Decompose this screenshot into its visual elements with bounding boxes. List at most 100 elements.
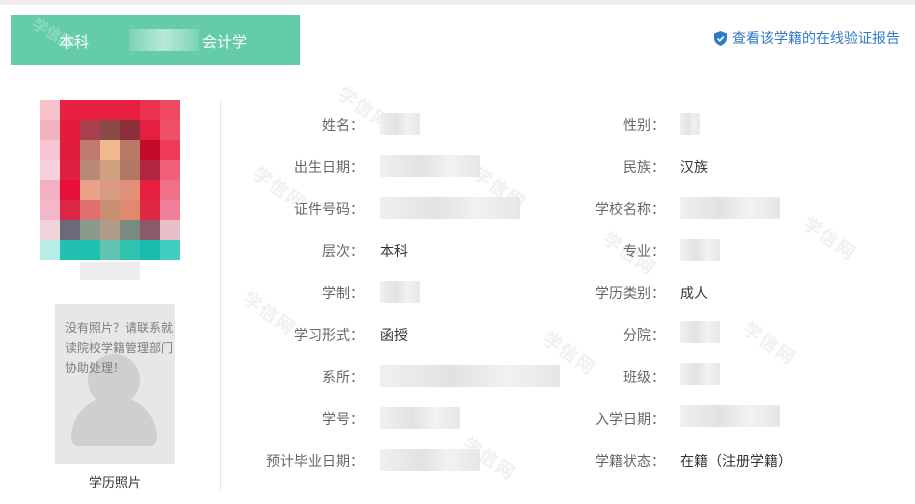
photo-pixel (120, 220, 140, 240)
verify-report-link[interactable]: 查看该学籍的在线验证报告 (714, 28, 900, 48)
field-label: 系所： (322, 370, 364, 386)
photo-pixel (40, 220, 60, 240)
vertical-divider (220, 100, 221, 490)
masked-value (680, 405, 780, 427)
field-label: 入学日期： (595, 412, 665, 428)
photo-pixel (40, 120, 60, 140)
photo-pixel (100, 220, 120, 240)
photo-pixel (160, 100, 180, 120)
photo-pixel (160, 200, 180, 220)
photo-pixel (100, 240, 120, 260)
photo-pixel (40, 180, 60, 200)
field-value: 在籍（注册学籍） (680, 454, 792, 470)
photo-pixel (140, 120, 160, 140)
field-label: 姓名： (322, 118, 364, 134)
photo-pixel (80, 240, 100, 260)
photo-pixel (100, 200, 120, 220)
watermark: 学信网 (738, 318, 800, 371)
masked-value (380, 155, 480, 177)
field-label: 民族： (623, 160, 665, 176)
photo-pixel (120, 200, 140, 220)
tab-school-masked (129, 29, 199, 51)
field-label: 层次： (322, 244, 364, 260)
field-label: 证件号码： (294, 202, 364, 218)
photo-pixel (100, 100, 120, 120)
photo-pixel (40, 100, 60, 120)
photo-pixel (140, 160, 160, 180)
student-photo-pixelated (40, 100, 180, 260)
photo-pixel (100, 180, 120, 200)
photo-pixel (60, 100, 80, 120)
tab-level: 本科 (59, 33, 90, 51)
masked-value (680, 363, 720, 385)
photo-pixel (100, 120, 120, 140)
masked-value (680, 113, 700, 135)
photo-caption: 学历照片 (88, 476, 141, 491)
field-value: 成人 (680, 286, 708, 302)
field-label: 学制： (322, 286, 364, 302)
field-label: 预计毕业日期： (266, 454, 364, 470)
field-label: 专业： (623, 244, 665, 260)
masked-value (680, 321, 720, 343)
photo-pixel (160, 140, 180, 160)
field-value: 本科 (380, 244, 408, 260)
field-label: 学籍状态： (595, 454, 665, 470)
masked-value (380, 449, 480, 471)
field-label: 学历类别： (595, 286, 665, 302)
photo-pixel (40, 240, 60, 260)
tab-major: 会计学 (202, 33, 248, 51)
photo-pixel (80, 180, 100, 200)
photo-pixel (120, 140, 140, 160)
person-silhouette-body (71, 396, 157, 446)
masked-value (680, 239, 720, 261)
photo-pixel (60, 220, 80, 240)
field-label: 学校名称： (595, 202, 665, 218)
photo-pixel (80, 120, 100, 140)
field-value: 函授 (380, 328, 408, 344)
photo-pixel (120, 240, 140, 260)
field-label: 性别： (623, 118, 665, 134)
photo-pixel (160, 220, 180, 240)
photo-pixel (60, 160, 80, 180)
watermark: 学信网 (798, 213, 860, 266)
photo-pixel (100, 140, 120, 160)
masked-value (380, 365, 560, 387)
masked-value (380, 113, 420, 135)
field-value: 汉族 (680, 160, 708, 176)
photo-pixel (80, 160, 100, 180)
photo-pixel (100, 160, 120, 180)
photo-pixel (40, 160, 60, 180)
field-label: 班级： (623, 370, 665, 386)
photo-pixel (140, 100, 160, 120)
top-strip (0, 0, 915, 5)
photo-pixel (60, 180, 80, 200)
photo-pixel (140, 140, 160, 160)
photo-pixel (60, 120, 80, 140)
photo-pixel (160, 120, 180, 140)
no-photo-placeholder: 没有照片？请联系就读院校学籍管理部门协助处理！ (55, 304, 175, 464)
masked-value (380, 281, 420, 303)
photo-pixel (120, 180, 140, 200)
no-photo-message: 没有照片？请联系就读院校学籍管理部门协助处理！ (65, 321, 174, 375)
shield-check-icon (714, 30, 727, 46)
photo-pixel (140, 220, 160, 240)
photo-pixel (120, 120, 140, 140)
photo-pixel (80, 200, 100, 220)
photo-pixel (160, 240, 180, 260)
photo-name-masked (80, 262, 140, 280)
masked-value (380, 197, 520, 219)
photo-pixel (160, 160, 180, 180)
field-label: 分院： (623, 328, 665, 344)
photo-pixel (120, 160, 140, 180)
verify-report-label: 查看该学籍的在线验证报告 (732, 31, 900, 47)
photo-pixel (80, 140, 100, 160)
record-tab[interactable]: 学信网 本科 会计学 (11, 15, 300, 65)
masked-value (680, 197, 780, 219)
photo-pixel (120, 100, 140, 120)
photo-pixel (60, 140, 80, 160)
photo-pixel (40, 140, 60, 160)
photo-pixel (140, 240, 160, 260)
photo-pixel (140, 200, 160, 220)
photo-pixel (140, 180, 160, 200)
photo-pixel (60, 240, 80, 260)
